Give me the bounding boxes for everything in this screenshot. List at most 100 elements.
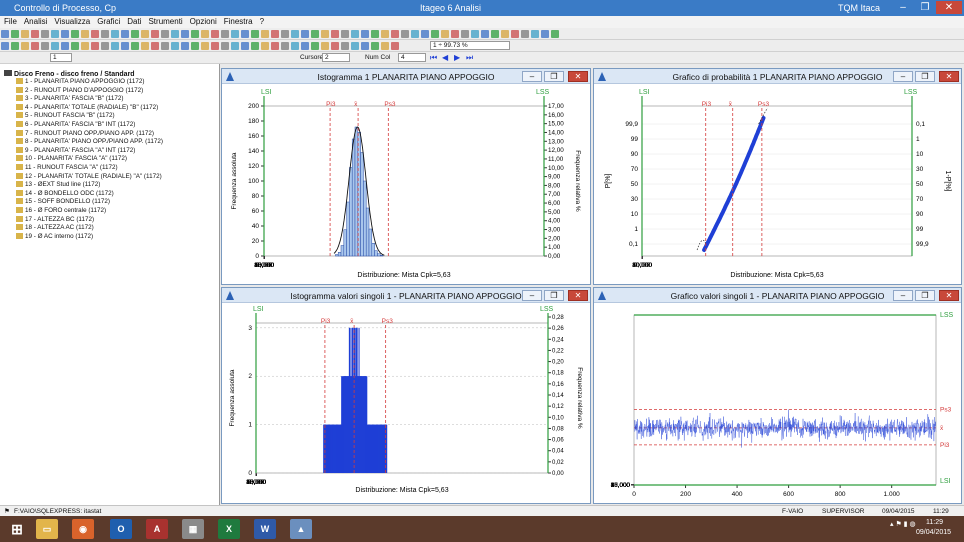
excel-icon[interactable]: X bbox=[218, 519, 240, 539]
tree-item[interactable]: 19 - Ø AC interno (1172) bbox=[16, 232, 93, 240]
toolbar-button-icon[interactable] bbox=[321, 30, 329, 38]
toolbar-button-icon[interactable] bbox=[61, 42, 69, 50]
access-icon[interactable]: A bbox=[146, 519, 168, 539]
toolbar-button-icon[interactable] bbox=[101, 30, 109, 38]
maximize-icon[interactable]: ❐ bbox=[914, 1, 936, 14]
toolbar-button-icon[interactable] bbox=[151, 30, 159, 38]
toolbar-button-icon[interactable] bbox=[71, 30, 79, 38]
minimize-icon[interactable]: – bbox=[893, 290, 913, 301]
toolbar-button-icon[interactable] bbox=[421, 30, 429, 38]
toolbar-button-icon[interactable] bbox=[361, 42, 369, 50]
minimize-icon[interactable]: – bbox=[522, 290, 542, 301]
toolbar-button-icon[interactable] bbox=[551, 30, 559, 38]
toolbar-button-icon[interactable] bbox=[331, 42, 339, 50]
toolbar-button-icon[interactable] bbox=[371, 42, 379, 50]
itageo-app-icon[interactable]: ▲ bbox=[290, 519, 312, 539]
menu-visualizza[interactable]: Visualizza bbox=[54, 17, 90, 26]
toolbar-button-icon[interactable] bbox=[301, 42, 309, 50]
toolbar-button-icon[interactable] bbox=[221, 42, 229, 50]
toolbar-button-icon[interactable] bbox=[71, 42, 79, 50]
toolbar-button-icon[interactable] bbox=[351, 42, 359, 50]
toolbar-button-icon[interactable] bbox=[291, 42, 299, 50]
tree-item[interactable]: 5 - RUNOUT FASCIA "B" (1172) bbox=[16, 112, 115, 119]
windows-start-icon[interactable]: ⊞ bbox=[6, 519, 28, 539]
tree-item[interactable]: 3 - PLANARITA' FASCIA "B" (1172) bbox=[16, 95, 124, 102]
toolbar-button-icon[interactable] bbox=[151, 42, 159, 50]
firefox-icon[interactable]: ◉ bbox=[72, 519, 94, 539]
toolbar-button-icon[interactable] bbox=[181, 42, 189, 50]
tree-item[interactable]: 14 - Ø BONDELLO ODC (1172) bbox=[16, 189, 114, 197]
toolbar-button-icon[interactable] bbox=[241, 30, 249, 38]
toolbar-button-icon[interactable] bbox=[121, 30, 129, 38]
menu-analisi[interactable]: Analisi bbox=[24, 17, 48, 26]
outlook-icon[interactable]: O bbox=[110, 519, 132, 539]
toolbar-button-icon[interactable] bbox=[231, 30, 239, 38]
toolbar-button-icon[interactable] bbox=[291, 30, 299, 38]
maximize-icon[interactable]: ❐ bbox=[544, 71, 564, 82]
toolbar-button-icon[interactable] bbox=[471, 30, 479, 38]
toolbar-button-icon[interactable] bbox=[211, 30, 219, 38]
toolbar-button-icon[interactable] bbox=[1, 30, 9, 38]
toolbar-button-icon[interactable] bbox=[371, 30, 379, 38]
toolbar-button-icon[interactable] bbox=[321, 42, 329, 50]
tree-item[interactable]: 6 - PLANARITA' FASCIA "B" INT (1172) bbox=[16, 121, 135, 128]
toolbar-button-icon[interactable] bbox=[111, 30, 119, 38]
toolbar-button-icon[interactable] bbox=[431, 30, 439, 38]
menu-help[interactable]: ? bbox=[260, 17, 264, 26]
toolbar-button-icon[interactable] bbox=[171, 42, 179, 50]
minimize-icon[interactable]: – bbox=[522, 71, 542, 82]
toolbar-button-icon[interactable] bbox=[311, 42, 319, 50]
tree-item[interactable]: 17 - ALTEZZA BC (1172) bbox=[16, 215, 94, 223]
toolbar-button-icon[interactable] bbox=[81, 30, 89, 38]
zoom-select[interactable]: 1 ÷ 99.73 % bbox=[430, 41, 510, 50]
toolbar-button-icon[interactable] bbox=[391, 30, 399, 38]
toolbar-button-icon[interactable] bbox=[391, 42, 399, 50]
toolbar-button-icon[interactable] bbox=[261, 30, 269, 38]
toolbar-button-icon[interactable] bbox=[251, 30, 259, 38]
maximize-icon[interactable]: ❐ bbox=[915, 290, 935, 301]
tree-item[interactable]: 7 - RUNOUT PIANO OPP./PIANO APP. (1172) bbox=[16, 129, 154, 137]
toolbar-button-icon[interactable] bbox=[41, 30, 49, 38]
toolbar-button-icon[interactable] bbox=[411, 30, 419, 38]
toolbar-button-icon[interactable] bbox=[521, 30, 529, 38]
toolbar-button-icon[interactable] bbox=[191, 30, 199, 38]
toolbar-button-icon[interactable] bbox=[301, 30, 309, 38]
toolbar-button-icon[interactable] bbox=[131, 42, 139, 50]
tree-item[interactable]: 15 - SOFF BONDELLO (1172) bbox=[16, 198, 110, 205]
toolbar-button-icon[interactable] bbox=[41, 42, 49, 50]
tree-item[interactable]: 18 - ALTEZZA AC (1172) bbox=[16, 224, 94, 231]
minimize-icon[interactable]: – bbox=[893, 71, 913, 82]
maximize-icon[interactable]: ❐ bbox=[544, 290, 564, 301]
toolbar-button-icon[interactable] bbox=[141, 42, 149, 50]
toolbar-button-icon[interactable] bbox=[381, 42, 389, 50]
menu-strumenti[interactable]: Strumenti bbox=[148, 17, 182, 26]
menu-opzioni[interactable]: Opzioni bbox=[190, 17, 217, 26]
toolbar-button-icon[interactable] bbox=[31, 42, 39, 50]
toolbar-button-icon[interactable] bbox=[201, 30, 209, 38]
toolbar-button-icon[interactable] bbox=[351, 30, 359, 38]
toolbar-button-icon[interactable] bbox=[181, 30, 189, 38]
toolbar-button-icon[interactable] bbox=[11, 30, 19, 38]
nav-prev-icon[interactable]: ◀ bbox=[442, 53, 448, 62]
toolbar-button-icon[interactable] bbox=[191, 42, 199, 50]
tree-item[interactable]: 10 - PLANARITA' FASCIA "A" (1172) bbox=[16, 155, 127, 162]
close-icon[interactable]: ✕ bbox=[939, 290, 959, 301]
toolbar-button-icon[interactable] bbox=[311, 30, 319, 38]
toolbar-button-icon[interactable] bbox=[161, 30, 169, 38]
toolbar-button-icon[interactable] bbox=[91, 42, 99, 50]
toolbar-button-icon[interactable] bbox=[51, 42, 59, 50]
toolbar-button-icon[interactable] bbox=[121, 42, 129, 50]
toolbar-button-icon[interactable] bbox=[441, 30, 449, 38]
toolbar-button-icon[interactable] bbox=[481, 30, 489, 38]
tree-root[interactable]: Disco Freno - disco freno / Standard bbox=[4, 70, 135, 78]
tree-item[interactable]: 2 - RUNOUT PIANO D'APPOGGIO (1172) bbox=[16, 86, 143, 94]
toolbar-button-icon[interactable] bbox=[11, 42, 19, 50]
toolbar-button-icon[interactable] bbox=[91, 30, 99, 38]
close-icon[interactable]: ✕ bbox=[568, 290, 588, 301]
toolbar-button-icon[interactable] bbox=[511, 30, 519, 38]
toolbar-button-icon[interactable] bbox=[341, 42, 349, 50]
toolbar-button-icon[interactable] bbox=[461, 30, 469, 38]
toolbar-button-icon[interactable] bbox=[51, 30, 59, 38]
toolbar-button-icon[interactable] bbox=[131, 30, 139, 38]
nav-first-icon[interactable]: ⏮ bbox=[430, 53, 437, 63]
